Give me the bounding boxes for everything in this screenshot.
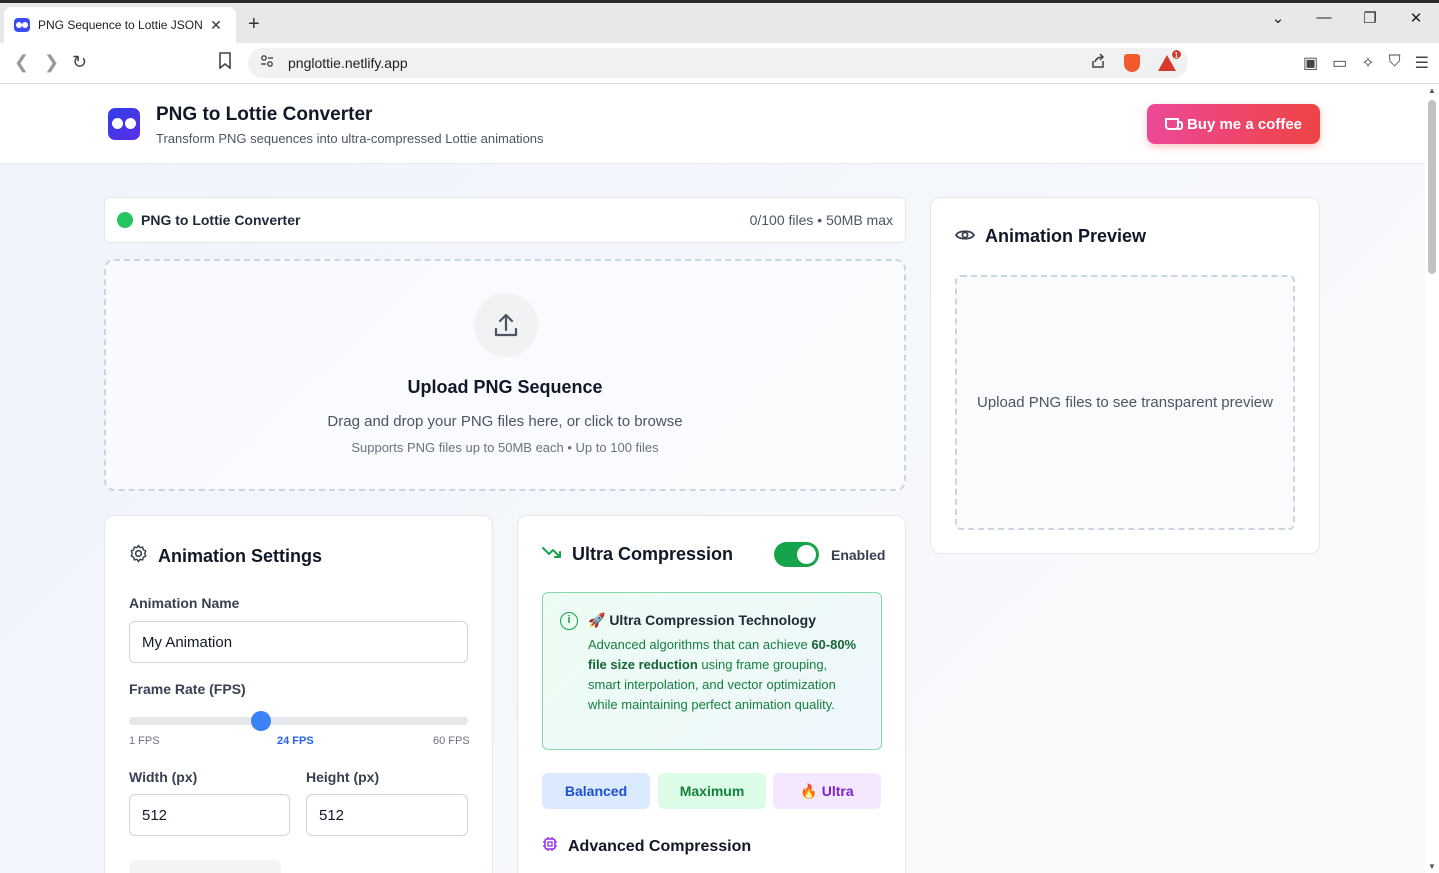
- info-text-pre: Advanced algorithms that can achieve: [588, 637, 812, 652]
- address-bar[interactable]: pnglottie.netlify.app 1: [248, 48, 1188, 78]
- frame-rate-slider[interactable]: [129, 711, 468, 731]
- compression-title: Ultra Compression: [572, 544, 734, 564]
- window-controls: ⌄ — ❐ ✕: [1255, 9, 1439, 27]
- app-subtitle: Transform PNG sequences into ultra-compr…: [156, 131, 544, 146]
- back-icon[interactable]: ❮: [14, 52, 29, 73]
- width-label: Width (px): [129, 769, 198, 785]
- compression-toggle[interactable]: [774, 542, 819, 567]
- rewards-badge: 1: [1171, 49, 1182, 60]
- preset-ultra-button[interactable]: 🔥 Ultra: [773, 773, 881, 809]
- settings-title: Animation Settings: [158, 545, 323, 566]
- site-info-icon[interactable]: [260, 54, 274, 73]
- menu-icon[interactable]: ☰: [1415, 53, 1429, 73]
- chip-icon: [542, 836, 558, 857]
- scroll-up-icon[interactable]: ▲: [1428, 86, 1436, 95]
- preview-header: Animation Preview: [954, 226, 1147, 247]
- upload-icon: [474, 293, 538, 357]
- bookmark-icon[interactable]: [218, 52, 232, 74]
- status-name: PNG to Lottie Converter: [141, 212, 301, 228]
- preset-balanced-button[interactable]: Balanced: [542, 773, 650, 809]
- preview-title: Animation Preview: [985, 226, 1147, 246]
- scroll-down-icon[interactable]: ▼: [1428, 862, 1436, 871]
- fps-max-label: 60 FPS: [433, 735, 470, 747]
- settings-more-button[interactable]: [129, 860, 281, 873]
- tab-search-icon[interactable]: ⌄: [1255, 9, 1301, 27]
- settings-header: Animation Settings: [129, 544, 322, 568]
- site-favicon-icon: [14, 18, 30, 32]
- sidebar-icon[interactable]: ▣: [1303, 53, 1318, 73]
- ultra-compression-card: Ultra Compression Enabled i 🚀 Ultra Comp…: [517, 515, 906, 873]
- restore-icon[interactable]: ❐: [1347, 9, 1393, 27]
- app-logo: [108, 108, 140, 140]
- fps-min-label: 1 FPS: [129, 735, 160, 747]
- height-input[interactable]: 512: [306, 794, 468, 836]
- compression-header: Ultra Compression: [542, 544, 733, 565]
- upload-limits: Supports PNG files up to 50MB each • Up …: [351, 440, 659, 455]
- animation-name-label: Animation Name: [129, 595, 240, 611]
- width-input[interactable]: 512: [129, 794, 290, 836]
- preset-maximum-button[interactable]: Maximum: [658, 773, 766, 809]
- frame-rate-label: Frame Rate (FPS): [129, 681, 246, 697]
- height-label: Height (px): [306, 769, 380, 785]
- forward-icon[interactable]: ❯: [44, 52, 59, 73]
- vpn-icon[interactable]: ⛉: [1389, 53, 1401, 73]
- app-header: PNG to Lottie Converter Transform PNG se…: [0, 84, 1425, 164]
- toggle-label: Enabled: [831, 547, 886, 563]
- brave-shields-icon[interactable]: [1124, 54, 1140, 72]
- scrollbar-thumb[interactable]: [1428, 100, 1436, 274]
- leo-ai-icon[interactable]: ✧: [1361, 53, 1374, 73]
- new-tab-icon[interactable]: +: [248, 13, 260, 36]
- app-title: PNG to Lottie Converter: [156, 104, 373, 125]
- share-icon[interactable]: [1090, 53, 1106, 73]
- upload-title: Upload PNG Sequence: [407, 377, 603, 397]
- eye-icon: [954, 226, 976, 247]
- file-limit-info: 0/100 files • 50MB max: [749, 212, 893, 228]
- advanced-compression-title: Advanced Compression: [568, 837, 752, 855]
- browser-toolbar: ❮ ❯ ↻ pnglottie.netlify.app 1 ▣ ▭ ✧ ⛉ ☰: [0, 43, 1439, 84]
- brave-rewards-icon[interactable]: 1: [1158, 49, 1182, 71]
- browser-tab-bar: PNG Sequence to Lottie JSON C ✕ + ⌄ — ❐ …: [0, 0, 1439, 43]
- coffee-button-label: Buy me a coffee: [1186, 115, 1303, 133]
- browser-right-tools: ▣ ▭ ✧ ⛉ ☰: [1303, 53, 1429, 73]
- preview-area: Upload PNG files to see transparent prev…: [955, 275, 1295, 530]
- coffee-icon: [1164, 118, 1183, 130]
- reload-icon[interactable]: ↻: [72, 52, 87, 73]
- status-bar: PNG to Lottie Converter 0/100 files • 50…: [104, 197, 906, 243]
- animation-name-input[interactable]: My Animation: [129, 621, 468, 663]
- url-text: pnglottie.netlify.app: [288, 55, 408, 71]
- minimize-icon[interactable]: —: [1301, 9, 1347, 27]
- info-description: Advanced algorithms that can achieve 60-…: [588, 635, 858, 715]
- upload-dropzone[interactable]: Upload PNG Sequence Drag and drop your P…: [104, 259, 906, 491]
- close-window-icon[interactable]: ✕: [1393, 9, 1439, 27]
- page-scrollbar[interactable]: ▲ ▼: [1425, 84, 1439, 873]
- gear-icon: [129, 544, 148, 568]
- wallet-icon[interactable]: ▭: [1332, 53, 1347, 73]
- trending-down-icon: [542, 544, 562, 565]
- animation-settings-card: Animation Settings Animation Name My Ani…: [104, 515, 493, 873]
- tab-title: PNG Sequence to Lottie JSON C: [38, 18, 206, 32]
- info-icon: i: [560, 612, 578, 630]
- page: PNG to Lottie Converter Transform PNG se…: [0, 84, 1425, 873]
- browser-tab[interactable]: PNG Sequence to Lottie JSON C ✕: [4, 7, 236, 43]
- advanced-compression-header: Advanced Compression: [542, 836, 751, 857]
- fps-current-label: 24 FPS: [277, 735, 314, 747]
- buy-me-a-coffee-button[interactable]: Buy me a coffee: [1147, 104, 1320, 144]
- animation-preview-card: Animation Preview Upload PNG files to se…: [930, 197, 1320, 554]
- frame-rate-slider-thumb[interactable]: [251, 711, 272, 731]
- compression-info-box: i 🚀 Ultra Compression Technology Advance…: [542, 592, 882, 750]
- info-title: 🚀 Ultra Compression Technology: [588, 612, 816, 628]
- status-indicator: [117, 212, 133, 228]
- upload-instructions: Drag and drop your PNG files here, or cl…: [327, 413, 683, 430]
- close-tab-icon[interactable]: ✕: [206, 17, 226, 34]
